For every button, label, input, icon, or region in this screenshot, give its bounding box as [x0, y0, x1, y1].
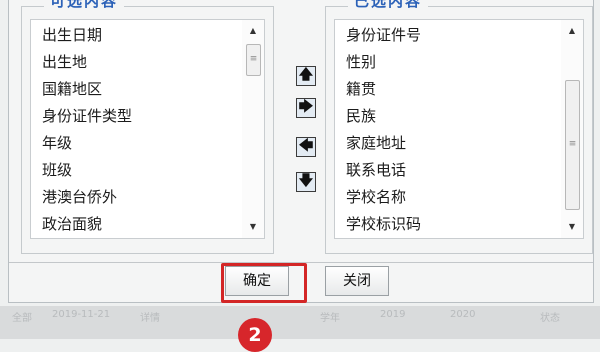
available-fields-title: 可选内容: [44, 0, 125, 11]
available-fields-group: 可选内容 出生日期 出生地 国籍地区 身份证件类型 年级 班级 港澳台侨外 政治…: [21, 0, 274, 254]
selected-fields-group: 已选内容 身份证件号 性别 籍贯 民族 家庭地址 联系电话 学校名称 学校标识码…: [325, 0, 593, 254]
list-item[interactable]: 出生日期: [31, 22, 242, 49]
scroll-up-arrow-icon[interactable]: ▲: [242, 22, 264, 40]
close-button[interactable]: 关闭: [325, 266, 389, 296]
background-table-strip: 全部 2019-11-21 详情 学年 2019 2020 状态: [0, 306, 600, 339]
scroll-thumb[interactable]: ≡: [246, 44, 261, 76]
selected-fields-title: 已选内容: [348, 0, 429, 11]
list-item[interactable]: 籍贯: [335, 76, 561, 103]
arrow-right-icon: 🡆: [298, 99, 314, 115]
arrow-left-icon: 🡄: [298, 138, 314, 154]
step-number-badge: 2: [238, 318, 272, 352]
scroll-thumb[interactable]: ≡: [565, 80, 580, 210]
move-down-button[interactable]: 🡇: [296, 172, 316, 192]
faint-text: 2019: [380, 309, 406, 320]
list-item[interactable]: 政治面貌: [31, 211, 242, 238]
selected-fields-listbox[interactable]: 身份证件号 性别 籍贯 民族 家庭地址 联系电话 学校名称 学校标识码 ▲ ≡ …: [334, 19, 584, 239]
list-item[interactable]: 身份证件号: [335, 22, 561, 49]
grip-icon: ≡: [249, 54, 258, 64]
list-item[interactable]: 学校标识码: [335, 211, 561, 238]
faint-text: 详情: [140, 313, 160, 324]
scroll-up-arrow-icon[interactable]: ▲: [561, 22, 583, 40]
list-item[interactable]: 出生地: [31, 49, 242, 76]
arrow-up-icon: 🡅: [298, 67, 314, 83]
list-item[interactable]: 联系电话: [335, 157, 561, 184]
list-item[interactable]: 港澳台侨外: [31, 184, 242, 211]
faint-text: 学年: [320, 313, 340, 324]
list-item[interactable]: 学校名称: [335, 184, 561, 211]
list-item[interactable]: 班级: [31, 157, 242, 184]
faint-text: 2019-11-21: [52, 309, 111, 320]
arrow-down-icon: 🡇: [298, 173, 314, 189]
annotation-highlight-box: [221, 263, 307, 303]
list-item[interactable]: 身份证件类型: [31, 103, 242, 130]
list-item[interactable]: 年级: [31, 130, 242, 157]
available-scrollbar[interactable]: ▲ ≡ ▼: [242, 20, 264, 238]
list-item[interactable]: 民族: [335, 103, 561, 130]
list-item[interactable]: 家庭地址: [335, 130, 561, 157]
field-selector-dialog: 可选内容 出生日期 出生地 国籍地区 身份证件类型 年级 班级 港澳台侨外 政治…: [8, 0, 594, 303]
faint-text: 全部: [12, 313, 32, 324]
selected-scrollbar[interactable]: ▲ ≡ ▼: [561, 20, 583, 238]
list-item[interactable]: 性别: [335, 49, 561, 76]
remove-from-selected-button[interactable]: 🡄: [296, 137, 316, 157]
add-to-selected-button[interactable]: 🡆: [296, 98, 316, 118]
scroll-down-arrow-icon[interactable]: ▼: [561, 218, 583, 236]
faint-text: 状态: [540, 313, 560, 324]
list-item[interactable]: 国籍地区: [31, 76, 242, 103]
available-fields-listbox[interactable]: 出生日期 出生地 国籍地区 身份证件类型 年级 班级 港澳台侨外 政治面貌 ▲ …: [30, 19, 265, 239]
selected-fields-list: 身份证件号 性别 籍贯 民族 家庭地址 联系电话 学校名称 学校标识码: [335, 20, 561, 238]
available-fields-list: 出生日期 出生地 国籍地区 身份证件类型 年级 班级 港澳台侨外 政治面貌: [31, 20, 242, 238]
scroll-down-arrow-icon[interactable]: ▼: [242, 218, 264, 236]
move-up-button[interactable]: 🡅: [296, 66, 316, 86]
faint-text: 2020: [450, 309, 476, 320]
grip-icon: ≡: [568, 139, 577, 149]
